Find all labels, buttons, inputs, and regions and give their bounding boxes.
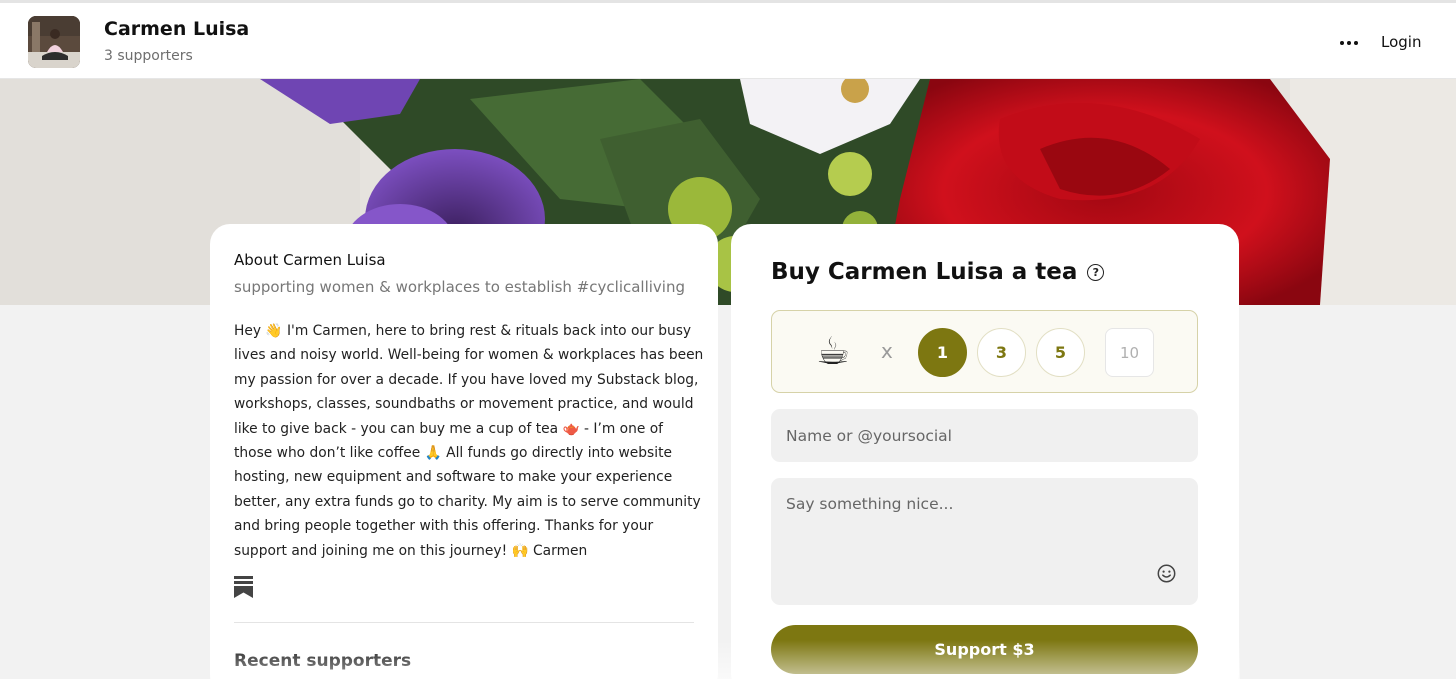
quantity-option-1[interactable]: 1 — [918, 328, 967, 377]
about-title: About Carmen Luisa — [234, 251, 386, 269]
message-input[interactable] — [771, 478, 1198, 605]
quantity-option-3[interactable]: 3 — [977, 328, 1026, 377]
supporters-count: 3 supporters — [104, 48, 193, 64]
buy-title-text: Buy Carmen Luisa a tea — [771, 259, 1078, 285]
about-card: About Carmen Luisa supporting women & wo… — [210, 224, 718, 679]
more-options-button[interactable] — [1334, 31, 1364, 55]
custom-quantity-input[interactable]: 10 — [1105, 328, 1154, 377]
buy-card: Buy Carmen Luisa a tea ? ☕ x 1 3 5 10 Su… — [731, 224, 1239, 679]
recent-supporters-title: Recent supporters — [234, 651, 412, 671]
multiplier-sign: x — [881, 339, 893, 363]
quantity-selector: ☕ x 1 3 5 10 — [771, 310, 1198, 393]
creator-avatar[interactable] — [28, 16, 80, 68]
smiley-icon[interactable] — [1157, 564, 1176, 583]
top-bar: Carmen Luisa 3 supporters Login — [0, 0, 1456, 79]
about-divider — [234, 622, 694, 623]
quantity-option-5[interactable]: 5 — [1036, 328, 1085, 377]
support-button[interactable]: Support $3 — [771, 625, 1198, 674]
message-field — [771, 478, 1198, 605]
about-tagline: supporting women & workplaces to establi… — [234, 278, 685, 296]
login-link[interactable]: Login — [1381, 33, 1421, 51]
buy-title: Buy Carmen Luisa a tea ? — [771, 259, 1105, 285]
tea-cup-icon: ☕ — [816, 329, 851, 373]
creator-name: Carmen Luisa — [104, 18, 250, 40]
question-circle-icon[interactable]: ? — [1087, 263, 1105, 281]
about-description: Hey 👋 I'm Carmen, here to bring rest & r… — [234, 323, 704, 559]
substack-icon[interactable] — [234, 576, 253, 598]
name-input[interactable] — [771, 409, 1198, 462]
more-horizontal-icon — [1340, 41, 1358, 45]
